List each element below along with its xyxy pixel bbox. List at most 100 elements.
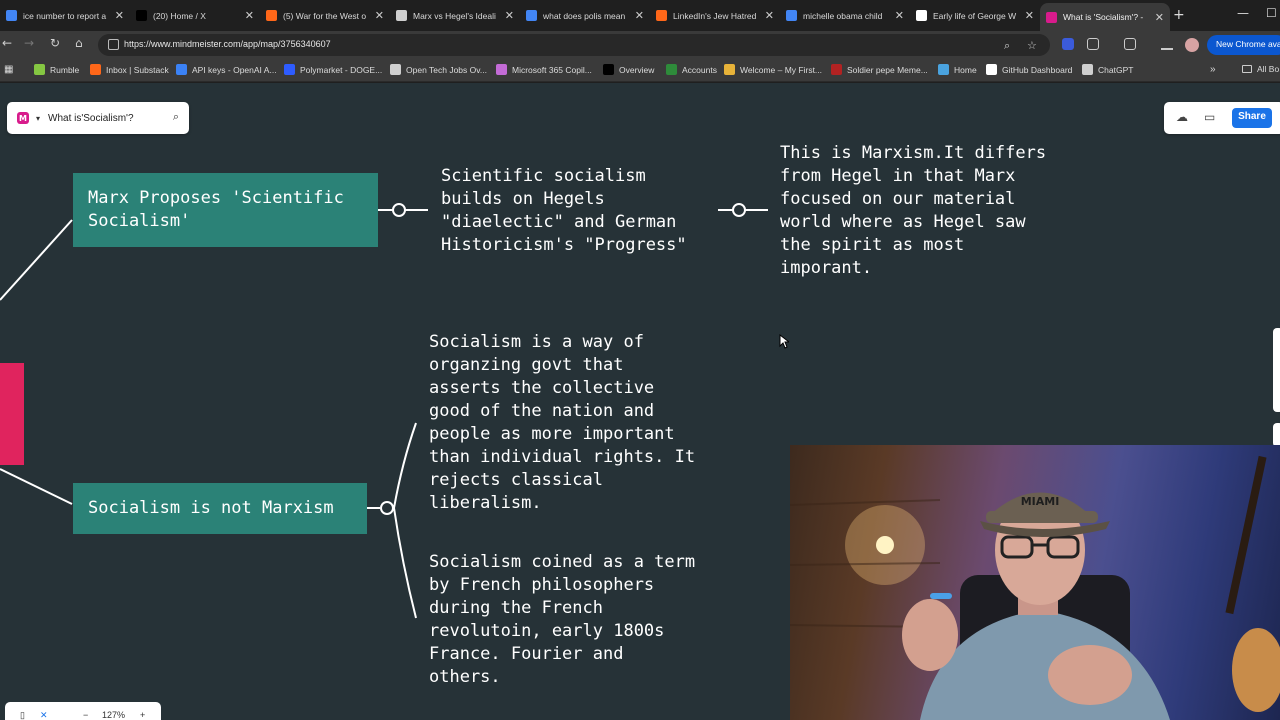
reload-icon[interactable]: ↻ <box>50 36 60 50</box>
close-tab-icon[interactable]: ✕ <box>1025 9 1034 22</box>
bookmark-item[interactable]: Open Tech Jobs Ov... <box>390 64 487 75</box>
bookmark-item[interactable]: API keys - OpenAI A... <box>176 64 277 75</box>
tab-title: (5) War for the West o <box>283 10 367 21</box>
more-bookmarks-icon[interactable]: » <box>1210 64 1216 75</box>
bookmark-label: Home <box>954 64 977 75</box>
bookmark-item[interactable]: Welcome – My First... <box>724 64 822 75</box>
topic-scientific-socialism[interactable]: Scientific socialism builds on Hegels "d… <box>441 165 687 257</box>
browser-tab[interactable]: LinkedIn's Jew Hatred ✕ <box>650 4 780 27</box>
bookmarks-bar: ▦ Rumble Inbox | Substack API keys - OpenA… <box>0 59 1280 82</box>
fit-map-icon[interactable]: ✕ <box>40 710 48 720</box>
new-tab-button[interactable]: + <box>1173 7 1185 23</box>
browser-tab[interactable]: michelle obama child ✕ <box>780 4 910 27</box>
cloud-icon <box>938 64 949 75</box>
forward-icon[interactable]: → <box>24 36 34 50</box>
browser-tab[interactable]: (5) War for the West o ✕ <box>260 4 390 27</box>
substack-icon <box>90 64 101 75</box>
bookmark-label: Inbox | Substack <box>106 64 169 75</box>
map-actions-bar: ☁ ▭ Share <box>1164 102 1280 134</box>
bookmark-item[interactable]: Polymarket - DOGE... <box>284 64 382 75</box>
browser-tab[interactable]: (20) Home / X ✕ <box>130 4 260 27</box>
bookmark-item[interactable]: GitHub Dashboard <box>986 64 1072 75</box>
bookmark-item[interactable]: Inbox | Substack <box>90 64 169 75</box>
close-tab-icon[interactable]: ✕ <box>115 9 124 22</box>
all-bookmarks-folder[interactable]: All Bo <box>1242 64 1279 74</box>
bookmark-item[interactable]: Soldier pepe Meme... <box>831 64 928 75</box>
mindmeister-logo-icon[interactable]: M <box>17 112 29 124</box>
topic-socialism-coined[interactable]: Socialism coined as a term by French phi… <box>429 551 695 689</box>
browser-tab[interactable]: what does polis mean ✕ <box>520 4 650 27</box>
close-tab-icon[interactable]: ✕ <box>375 9 384 22</box>
google-icon <box>786 10 797 21</box>
bookmark-label: Microsoft 365 Copil... <box>512 64 592 75</box>
root-node[interactable] <box>0 363 24 465</box>
tab-title: Early life of George W <box>933 10 1017 21</box>
outline-icon[interactable]: ▯ <box>20 710 25 720</box>
close-tab-icon[interactable]: ✕ <box>895 9 904 22</box>
bookmark-label: Soldier pepe Meme... <box>847 64 928 75</box>
extensions-puzzle-icon[interactable] <box>1087 38 1099 50</box>
topic-socialism-definition[interactable]: Socialism is a way of organzing govt tha… <box>429 331 695 515</box>
topic-socialism-not-marxism[interactable]: Socialism is not Marxism <box>73 483 367 534</box>
cloud-sync-icon[interactable]: ☁ <box>1176 110 1188 124</box>
copilot-icon <box>496 64 507 75</box>
side-panel-card[interactable] <box>1273 423 1280 447</box>
reading-list-icon[interactable] <box>1161 38 1173 50</box>
zoom-out-button[interactable]: − <box>83 710 88 720</box>
sidepanel-icon[interactable] <box>1124 38 1136 50</box>
address-bar[interactable]: https://www.mindmeister.com/app/map/3756… <box>98 34 1050 56</box>
pin-icon <box>390 64 401 75</box>
chevron-down-icon[interactable]: ▾ <box>36 114 40 123</box>
tab-title: (20) Home / X <box>153 10 206 21</box>
zoom-in-button[interactable]: + <box>140 710 145 720</box>
connector-root-marx <box>0 219 73 301</box>
present-icon[interactable]: ▭ <box>1204 110 1215 124</box>
bookmark-item[interactable]: Home <box>938 64 977 75</box>
x-icon <box>136 10 147 21</box>
browser-toolbar: ← → ↻ ⌂ https://www.mindmeister.com/app/… <box>0 31 1280 59</box>
topic-marx-proposes[interactable]: Marx Proposes 'Scientific Socialism' <box>73 173 378 247</box>
browser-tab[interactable]: What is 'Socialism'? - ✕ <box>1040 3 1170 31</box>
browser-tab[interactable]: ice number to report a ✕ <box>0 4 130 27</box>
search-icon[interactable]: ⌕ <box>173 110 179 124</box>
share-button[interactable]: Share <box>1232 108 1272 128</box>
close-tab-icon[interactable]: ✕ <box>245 9 254 22</box>
bookmark-star-icon[interactable]: ☆ <box>1027 39 1037 52</box>
map-title-bar: M ▾ What is'Socialism'? ⌕ <box>7 102 189 134</box>
zoom-icon[interactable]: ⌕ <box>1004 39 1010 53</box>
google-icon <box>6 10 17 21</box>
bookmark-item[interactable]: ChatGPT <box>1082 64 1133 75</box>
side-panel-card[interactable] <box>1273 328 1280 412</box>
site-info-icon[interactable] <box>108 39 119 50</box>
map-title[interactable]: What is'Socialism'? <box>48 113 134 124</box>
close-tab-icon[interactable]: ✕ <box>635 9 644 22</box>
tab-title: ice number to report a <box>23 10 107 21</box>
tab-title: LinkedIn's Jew Hatred <box>673 10 757 21</box>
home-icon[interactable]: ⌂ <box>75 36 83 50</box>
mouse-cursor-icon <box>779 334 789 349</box>
bookmark-item[interactable]: Overview <box>603 64 654 75</box>
bookmark-label: Rumble <box>50 64 80 75</box>
browser-tab[interactable]: Marx vs Hegel's Ideali ✕ <box>390 4 520 27</box>
chatgpt-icon <box>396 10 407 21</box>
bookmark-label: Accounts <box>682 64 717 75</box>
close-tab-icon[interactable]: ✕ <box>1155 11 1164 24</box>
substack-icon <box>266 10 277 21</box>
profile-avatar[interactable] <box>1185 38 1199 52</box>
maximize-icon[interactable]: ☐ <box>1266 6 1277 20</box>
new-chrome-available-button[interactable]: New Chrome avai <box>1207 35 1280 55</box>
extension-icon[interactable] <box>1062 38 1074 50</box>
minimize-icon[interactable]: — <box>1237 6 1249 20</box>
bookmark-item[interactable]: Microsoft 365 Copil... <box>496 64 592 75</box>
topic-this-is-marxism[interactable]: This is Marxism.It differs from Hegel in… <box>780 142 1046 280</box>
apps-grid-icon[interactable]: ▦ <box>4 64 13 75</box>
tab-title: What is 'Socialism'? - <box>1063 12 1144 22</box>
back-icon[interactable]: ← <box>2 36 12 50</box>
bookmark-item[interactable]: Accounts <box>666 64 717 75</box>
x-icon <box>603 64 614 75</box>
close-tab-icon[interactable]: ✕ <box>765 9 774 22</box>
bookmark-item[interactable]: Rumble <box>34 64 79 75</box>
close-tab-icon[interactable]: ✕ <box>505 9 514 22</box>
browser-tab[interactable]: Early life of George W ✕ <box>910 4 1040 27</box>
zoom-controls: ▯ ✕ − 127% + <box>5 702 161 720</box>
